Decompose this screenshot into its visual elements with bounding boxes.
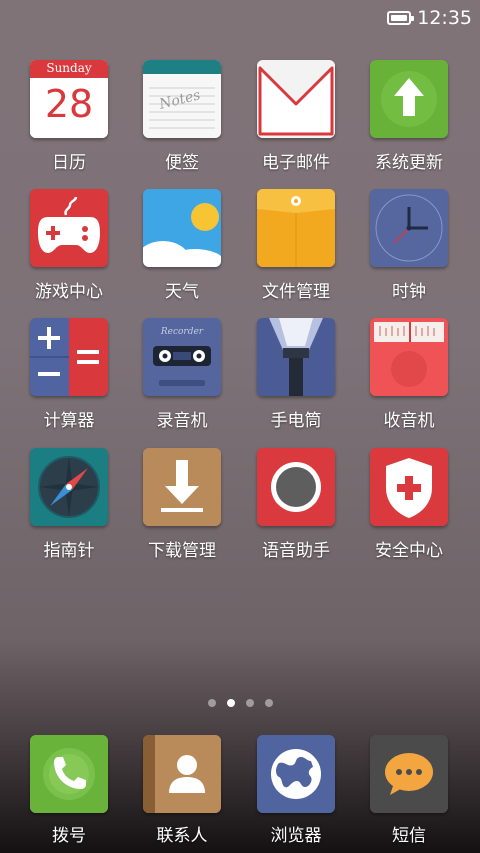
phone-icon — [30, 735, 108, 813]
download-manager-icon — [143, 448, 221, 526]
app-system-update[interactable]: 系统更新 — [354, 60, 464, 173]
calendar-day-name: Sunday — [46, 61, 92, 75]
battery-icon — [387, 11, 415, 25]
voice-assistant-icon — [257, 448, 335, 526]
app-file-manager[interactable]: 文件管理 — [241, 189, 351, 302]
status-time: 12:35 — [417, 7, 472, 29]
app-label: 下载管理 — [148, 541, 216, 561]
app-label: 语音助手 — [262, 541, 330, 561]
app-label: 收音机 — [383, 411, 435, 431]
page-dot[interactable] — [207, 699, 216, 707]
game-center-icon — [30, 189, 108, 267]
page-dot[interactable] — [264, 699, 273, 707]
app-flashlight[interactable]: 手电筒 — [241, 318, 351, 431]
app-label: 文件管理 — [262, 282, 330, 302]
app-label: 短信 — [392, 826, 426, 846]
app-security-center[interactable]: 安全中心 — [354, 448, 464, 561]
dock-browser[interactable]: 浏览器 — [241, 735, 351, 846]
app-label: 时钟 — [392, 282, 426, 302]
messages-icon — [370, 735, 448, 813]
app-radio[interactable]: 收音机 — [354, 318, 464, 431]
app-recorder[interactable]: Recorder 录音机 — [127, 318, 237, 431]
app-download-manager[interactable]: 下载管理 — [127, 448, 237, 561]
radio-icon — [370, 318, 448, 396]
app-label: 天气 — [165, 282, 199, 302]
app-label: 系统更新 — [375, 153, 443, 173]
page-dot[interactable] — [245, 699, 254, 707]
security-center-icon — [370, 448, 448, 526]
app-notes[interactable]: Notes 便签 — [127, 60, 237, 173]
weather-icon — [143, 189, 221, 267]
app-label: 计算器 — [43, 411, 95, 431]
app-label: 电子邮件 — [262, 153, 330, 173]
app-label: 浏览器 — [270, 826, 322, 846]
app-calculator[interactable]: 计算器 — [14, 318, 124, 431]
notes-icon: Notes — [143, 60, 221, 138]
dock-messages[interactable]: 短信 — [354, 735, 464, 846]
dock-contacts[interactable]: 联系人 — [127, 735, 237, 846]
email-icon — [257, 60, 335, 138]
page-dot-active[interactable] — [226, 699, 235, 707]
app-label: 联系人 — [156, 826, 208, 846]
app-label: 安全中心 — [375, 541, 443, 561]
app-label: 录音机 — [156, 411, 208, 431]
status-bar: 12:35 — [0, 0, 480, 36]
clock-icon — [370, 189, 448, 267]
app-weather[interactable]: 天气 — [127, 189, 237, 302]
app-compass[interactable]: 指南针 — [14, 448, 124, 561]
app-voice-assistant[interactable]: 语音助手 — [241, 448, 351, 561]
dock: 拨号 联系人 浏览器 短信 — [0, 735, 480, 853]
app-clock[interactable]: 时钟 — [354, 189, 464, 302]
app-label: 游戏中心 — [35, 282, 103, 302]
file-manager-icon — [257, 189, 335, 267]
recorder-text: Recorder — [160, 327, 204, 337]
app-label: 日历 — [52, 153, 86, 173]
browser-icon — [257, 735, 335, 813]
calculator-icon — [30, 318, 108, 396]
system-update-icon — [370, 60, 448, 138]
app-label: 拨号 — [52, 826, 86, 846]
app-calendar[interactable]: Sunday 28 日历 — [14, 60, 124, 173]
app-email[interactable]: 电子邮件 — [241, 60, 351, 173]
calendar-date: 28 — [44, 82, 94, 126]
app-game-center[interactable]: 游戏中心 — [14, 189, 124, 302]
app-label: 便签 — [165, 153, 199, 173]
recorder-icon: Recorder — [143, 318, 221, 396]
contacts-icon — [143, 735, 221, 813]
page-indicator[interactable] — [0, 699, 480, 707]
calendar-icon: Sunday 28 — [30, 60, 108, 138]
dock-phone[interactable]: 拨号 — [14, 735, 124, 846]
app-label: 手电筒 — [270, 411, 322, 431]
app-label: 指南针 — [43, 541, 95, 561]
flashlight-icon — [257, 318, 335, 396]
compass-icon — [30, 448, 108, 526]
